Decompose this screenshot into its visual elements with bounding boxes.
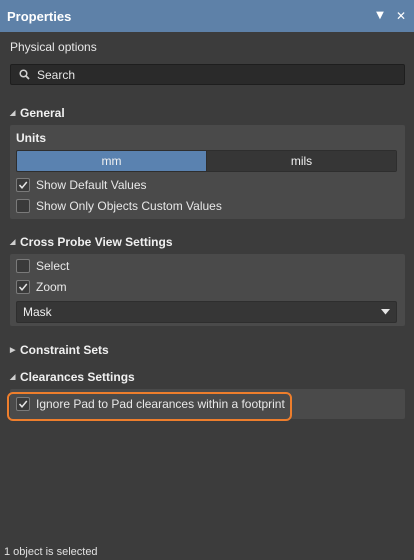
section-cross-probe-title: Cross Probe View Settings bbox=[20, 235, 173, 249]
section-cross-probe-header[interactable]: ◢ Cross Probe View Settings bbox=[10, 235, 173, 249]
cross-probe-group: Select Zoom Mask bbox=[10, 254, 405, 326]
show-default-values-label: Show Default Values bbox=[36, 178, 147, 192]
cross-probe-select-row[interactable]: Select bbox=[16, 259, 69, 273]
cross-probe-mode-dropdown[interactable]: Mask bbox=[16, 301, 397, 323]
section-general-title: General bbox=[20, 106, 65, 120]
section-constraint-sets-header[interactable]: ▶ Constraint Sets bbox=[10, 343, 109, 357]
checkmark-icon bbox=[18, 181, 28, 189]
cross-probe-mode-value: Mask bbox=[23, 305, 52, 319]
triangle-expanded-icon: ◢ bbox=[10, 110, 16, 117]
search-icon bbox=[19, 69, 30, 80]
show-only-custom-label: Show Only Objects Custom Values bbox=[36, 199, 222, 213]
title-bar[interactable]: Properties ▼ ✕ bbox=[0, 0, 414, 32]
units-option-mm[interactable]: mm bbox=[17, 151, 206, 171]
triangle-expanded-icon: ◢ bbox=[10, 374, 16, 381]
cross-probe-select-checkbox[interactable] bbox=[16, 259, 30, 273]
section-clearances-title: Clearances Settings bbox=[20, 370, 135, 384]
triangle-collapsed-icon: ▶ bbox=[10, 347, 16, 354]
section-clearances-header[interactable]: ◢ Clearances Settings bbox=[10, 370, 135, 384]
status-bar-text: 1 object is selected bbox=[4, 546, 98, 558]
show-only-custom-checkbox[interactable] bbox=[16, 199, 30, 213]
close-icon[interactable]: ✕ bbox=[394, 9, 408, 23]
show-default-values-row[interactable]: Show Default Values bbox=[16, 178, 147, 192]
search-box[interactable] bbox=[10, 64, 405, 85]
show-only-custom-row[interactable]: Show Only Objects Custom Values bbox=[16, 199, 222, 213]
units-label: Units bbox=[16, 131, 46, 145]
pin-menu-icon[interactable]: ▼ bbox=[373, 9, 387, 23]
panel-body: Physical options ◢ General Units mm mils bbox=[0, 32, 414, 560]
units-segmented-control: mm mils bbox=[16, 150, 397, 172]
units-option-mils[interactable]: mils bbox=[206, 151, 396, 171]
triangle-expanded-icon: ◢ bbox=[10, 239, 16, 246]
search-input[interactable] bbox=[37, 67, 377, 82]
window-title: Properties bbox=[7, 8, 72, 24]
checkmark-icon bbox=[18, 283, 28, 291]
section-general-header[interactable]: ◢ General bbox=[10, 106, 65, 120]
highlight-callout bbox=[7, 392, 292, 421]
cross-probe-zoom-label: Zoom bbox=[36, 280, 67, 294]
general-group: Units mm mils Show Default Values Show O… bbox=[10, 125, 405, 219]
section-constraint-sets-title: Constraint Sets bbox=[20, 343, 109, 357]
panel-subtitle: Physical options bbox=[10, 40, 97, 54]
chevron-down-icon bbox=[381, 309, 390, 315]
cross-probe-zoom-row[interactable]: Zoom bbox=[16, 280, 67, 294]
cross-probe-zoom-checkbox[interactable] bbox=[16, 280, 30, 294]
cross-probe-select-label: Select bbox=[36, 259, 70, 273]
show-default-values-checkbox[interactable] bbox=[16, 178, 30, 192]
properties-window: Properties ▼ ✕ Physical options ◢ Genera… bbox=[0, 0, 414, 560]
